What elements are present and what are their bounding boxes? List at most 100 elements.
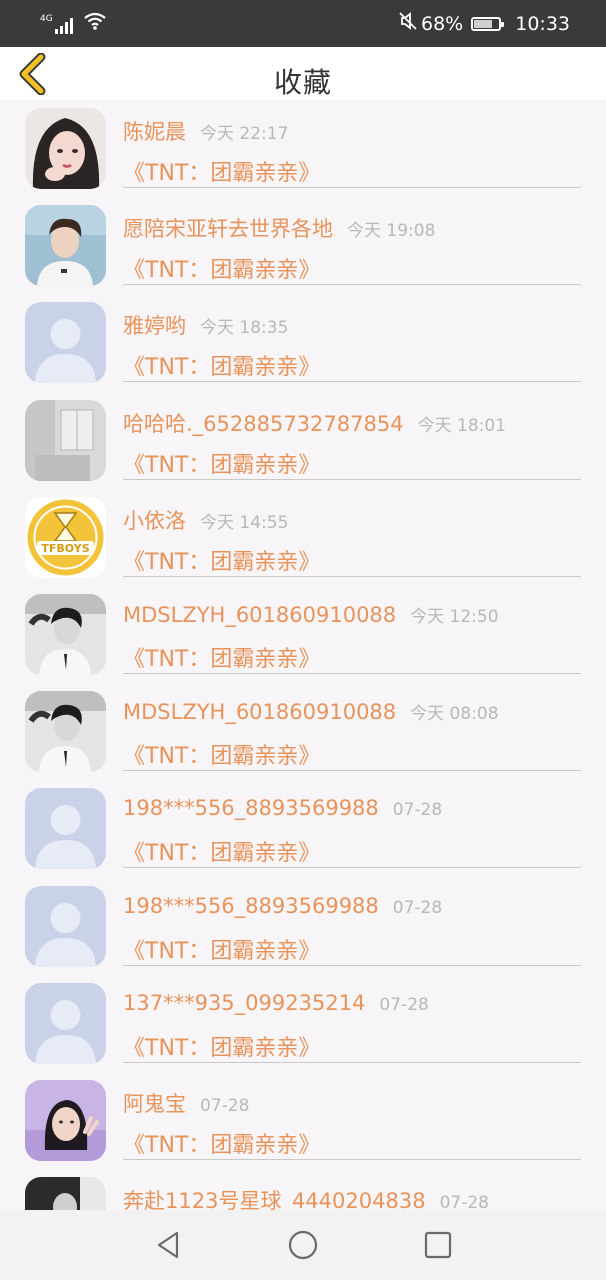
user-name[interactable]: 198***556_8893569988 — [123, 796, 379, 820]
divider — [123, 478, 581, 480]
timestamp: 今天 08:08 — [410, 704, 499, 725]
user-name[interactable]: 137***935_099235214 — [123, 991, 365, 1015]
divider — [123, 867, 581, 869]
avatar[interactable] — [25, 885, 106, 967]
favorite-item[interactable]: 陈妮晨 今天 22:17 《TNT：团霸亲亲》 — [0, 100, 606, 197]
page-title: 收藏 — [273, 66, 332, 99]
avatar[interactable] — [25, 593, 106, 675]
name-line: 137***935_099235214 07-28 — [123, 991, 429, 1015]
status-bar: 4G 68% 10:33 — [0, 0, 606, 47]
back-triangle-icon — [157, 1231, 179, 1259]
name-line: 198***556_8893569988 07-28 — [123, 894, 442, 918]
svg-text:TFBOYS: TFBOYS — [41, 542, 89, 555]
network-type: 4G — [40, 14, 53, 24]
timestamp: 今天 12:50 — [410, 606, 499, 627]
timestamp: 今天 22:17 — [200, 124, 289, 144]
timestamp: 今天 19:08 — [347, 221, 436, 242]
avatar[interactable]: TFBOYS — [25, 496, 106, 578]
nav-bar — [0, 1210, 606, 1280]
favorite-title[interactable]: 《TNT：团霸亲亲》 — [123, 155, 320, 187]
favorite-item[interactable]: 奔赴1123号星球_4440204838 07-28 — [0, 1169, 606, 1210]
avatar[interactable] — [25, 399, 106, 481]
favorite-title[interactable]: 《TNT：团霸亲亲》 — [123, 641, 320, 673]
timestamp: 07-28 — [439, 1193, 489, 1210]
favorite-title[interactable]: 《TNT：团霸亲亲》 — [123, 447, 320, 479]
user-name[interactable]: 奔赴1123号星球_4440204838 — [123, 1189, 426, 1210]
signal-icon — [54, 16, 73, 34]
favorite-item[interactable]: 哈哈哈._652885732787854 今天 18:01 《TNT：团霸亲亲》 — [0, 392, 606, 489]
nav-back-button[interactable] — [152, 1228, 186, 1262]
avatar[interactable] — [25, 1079, 106, 1161]
name-line: 哈哈哈._652885732787854 今天 18:01 — [123, 408, 506, 438]
favorite-item[interactable]: 137***935_099235214 07-28 《TNT：团霸亲亲》 — [0, 975, 606, 1072]
battery-percent: 68% — [421, 12, 464, 35]
divider — [123, 964, 581, 966]
name-line: 小依洛 今天 14:55 — [123, 505, 288, 535]
wifi-icon — [83, 12, 107, 34]
nav-home-button[interactable] — [286, 1228, 320, 1262]
user-name[interactable]: 雅婷哟 — [123, 314, 186, 338]
timestamp: 今天 18:01 — [417, 415, 506, 436]
divider — [123, 1061, 581, 1063]
favorite-item[interactable]: MDSLZYH_601860910088 今天 08:08 《TNT：团霸亲亲》 — [0, 683, 606, 780]
name-line: 阿鬼宝 07-28 — [123, 1088, 249, 1118]
avatar[interactable] — [25, 982, 106, 1064]
name-line: 愿陪宋亚轩去世界各地 今天 19:08 — [123, 213, 435, 243]
avatar[interactable] — [25, 1177, 106, 1210]
nav-recents-button[interactable] — [421, 1228, 455, 1262]
favorite-item[interactable]: 愿陪宋亚轩去世界各地 今天 19:08 《TNT：团霸亲亲》 — [0, 197, 606, 294]
timestamp: 今天 18:35 — [200, 318, 289, 339]
divider — [123, 575, 581, 577]
avatar[interactable] — [25, 691, 106, 773]
favorite-title[interactable]: 《TNT：团霸亲亲》 — [123, 1030, 320, 1062]
name-line: 奔赴1123号星球_4440204838 07-28 — [123, 1185, 489, 1210]
favorite-item[interactable]: 阿鬼宝 07-28 《TNT：团霸亲亲》 — [0, 1072, 606, 1169]
timestamp: 07-28 — [379, 994, 429, 1015]
timestamp: 07-28 — [200, 1095, 250, 1116]
name-line: MDSLZYH_601860910088 今天 08:08 — [123, 699, 499, 724]
divider — [123, 381, 581, 383]
favorite-item[interactable]: 198***556_8893569988 07-28 《TNT：团霸亲亲》 — [0, 780, 606, 877]
divider — [123, 770, 581, 772]
favorite-title[interactable]: 《TNT：团霸亲亲》 — [123, 933, 320, 965]
user-name[interactable]: 哈哈哈._652885732787854 — [123, 412, 404, 436]
favorite-title[interactable]: 《TNT：团霸亲亲》 — [123, 544, 320, 576]
favorite-item[interactable]: 198***556_8893569988 07-28 《TNT：团霸亲亲》 — [0, 878, 606, 975]
user-name[interactable]: MDSLZYH_601860910088 — [123, 603, 396, 627]
divider — [123, 1158, 581, 1160]
favorite-title[interactable]: 《TNT：团霸亲亲》 — [123, 738, 320, 770]
user-name[interactable]: 小依洛 — [123, 509, 186, 533]
favorite-title[interactable]: 《TNT：团霸亲亲》 — [123, 1127, 320, 1159]
user-name[interactable]: 陈妮晨 — [123, 120, 186, 144]
recents-square-icon — [424, 1231, 452, 1259]
favorite-item[interactable]: TFBOYS 小依洛 今天 14:55 《TNT：团霸亲亲》 — [0, 489, 606, 586]
user-name[interactable]: 阿鬼宝 — [123, 1092, 186, 1116]
user-name[interactable]: MDSLZYH_601860910088 — [123, 700, 396, 724]
battery-level — [474, 19, 492, 28]
timestamp: 今天 14:55 — [200, 512, 289, 533]
avatar[interactable] — [25, 108, 106, 189]
favorite-item[interactable]: MDSLZYH_601860910088 今天 12:50 《TNT：团霸亲亲》 — [0, 586, 606, 683]
divider — [123, 672, 581, 674]
status-left: 4G — [40, 12, 107, 34]
name-line: MDSLZYH_601860910088 今天 12:50 — [123, 602, 499, 627]
favorite-title[interactable]: 《TNT：团霸亲亲》 — [123, 349, 320, 381]
favorite-title[interactable]: 《TNT：团霸亲亲》 — [123, 252, 320, 284]
status-right: 68% 10:33 — [399, 11, 570, 36]
user-name[interactable]: 198***556_8893569988 — [123, 894, 379, 918]
name-line: 雅婷哟 今天 18:35 — [123, 310, 288, 340]
divider — [123, 187, 581, 188]
avatar[interactable] — [25, 302, 106, 384]
favorite-item[interactable]: 雅婷哟 今天 18:35 《TNT：团霸亲亲》 — [0, 294, 606, 391]
favorite-title[interactable]: 《TNT：团霸亲亲》 — [123, 835, 320, 867]
favorites-list[interactable]: 陈妮晨 今天 22:17 《TNT：团霸亲亲》 愿陪宋亚轩去世界各地 今天 19:08 《… — [0, 100, 606, 1210]
timestamp: 07-28 — [392, 897, 443, 918]
timestamp: 07-28 — [392, 800, 443, 821]
avatar[interactable] — [25, 788, 106, 870]
header: 收藏 — [0, 47, 606, 100]
avatar[interactable] — [25, 205, 106, 287]
user-name[interactable]: 愿陪宋亚轩去世界各地 — [123, 217, 333, 241]
name-line: 198***556_8893569988 07-28 — [123, 796, 442, 820]
home-circle-icon — [288, 1230, 318, 1260]
name-line: 陈妮晨 今天 22:17 — [123, 116, 288, 146]
